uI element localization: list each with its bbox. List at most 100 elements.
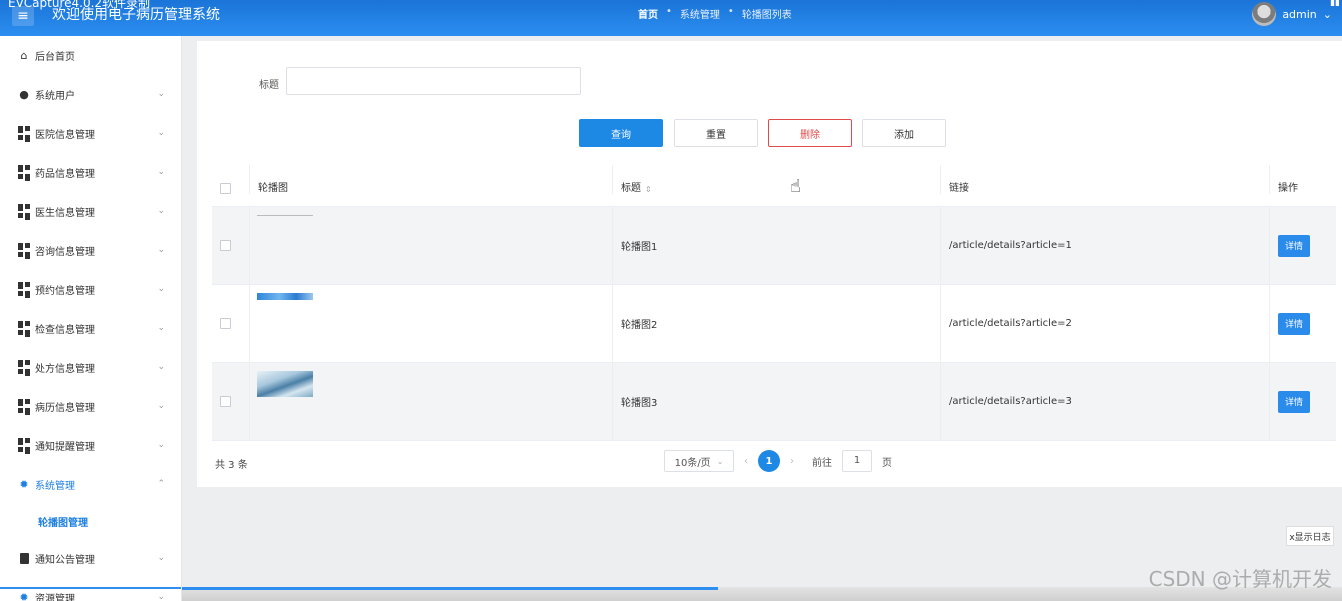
hand-cursor-icon: ☝ xyxy=(790,176,801,197)
sidebar-item-label: 医院信息管理 xyxy=(35,130,95,141)
delete-button[interactable]: 删除 xyxy=(768,119,852,147)
sidebar-item[interactable]: ⌂ 后台首页 xyxy=(0,36,181,75)
detail-button[interactable]: 详情 xyxy=(1278,312,1310,335)
show-log-button[interactable]: x显示日志 xyxy=(1286,526,1334,546)
select-all-checkbox[interactable] xyxy=(220,183,231,194)
chevron-icon: ⌃ xyxy=(157,479,165,489)
sidebar-item[interactable]: 咨询信息管理 ⌄ xyxy=(0,231,181,270)
chevron-icon: ⌄ xyxy=(157,401,165,411)
app-title: 欢迎使用电子病历管理系统 xyxy=(52,7,220,23)
doc-icon xyxy=(18,553,30,565)
top-header: EVCapture4.0.2软件录制 ≡ 欢迎使用电子病历管理系统 首页 • 系… xyxy=(0,0,1342,36)
page-size-select[interactable]: 10条/页 ⌄ xyxy=(664,450,734,472)
sidebar-item[interactable]: 药品信息管理 ⌄ xyxy=(0,153,181,192)
query-button[interactable]: 查询 xyxy=(579,119,663,147)
breadcrumb-home[interactable]: 首页 xyxy=(638,6,658,21)
chevron-icon: ⌄ xyxy=(157,128,165,138)
sidebar-item-label: 通知提醒管理 xyxy=(35,442,95,453)
header-operation: 操作 xyxy=(1278,183,1298,194)
sidebar-item[interactable]: 预约信息管理 ⌄ xyxy=(0,270,181,309)
sidebar-item[interactable]: 医院信息管理 ⌄ xyxy=(0,114,181,153)
chevron-icon: ⌄ xyxy=(157,89,165,99)
goto-suffix: 页 xyxy=(882,457,892,469)
chevron-icon: ⌄ xyxy=(157,440,165,450)
sidebar-item-label: 资源管理 xyxy=(35,594,75,601)
cell-title: 轮播图3 xyxy=(613,363,941,440)
table-row: 轮播图1/article/details?article=1 详情 xyxy=(212,207,1336,285)
reset-button[interactable]: 重置 xyxy=(674,119,758,147)
sidebar-item[interactable]: ✹ 资源管理 ⌄ xyxy=(0,578,181,601)
chevron-icon: ⌄ xyxy=(157,284,165,294)
sidebar-item-label: 医生信息管理 xyxy=(35,208,95,219)
home-icon: ⌂ xyxy=(20,49,28,62)
prev-page-icon[interactable]: ‹ xyxy=(744,456,748,467)
sidebar-item-label: 咨询信息管理 xyxy=(35,247,95,258)
detail-button[interactable]: 详情 xyxy=(1278,390,1310,413)
row-checkbox[interactable] xyxy=(220,396,231,407)
grid-icon xyxy=(18,281,30,298)
chevron-down-icon: ⌄ xyxy=(716,456,724,466)
breadcrumb-carousel-list: 轮播图列表 xyxy=(741,10,792,21)
sidebar-item-label: 病历信息管理 xyxy=(35,403,95,414)
hamburger-icon[interactable]: ≡ xyxy=(12,6,34,26)
header-title-label: 标题 xyxy=(621,183,641,194)
table-row: 轮播图2/article/details?article=2 详情 xyxy=(212,285,1336,363)
grid-icon xyxy=(18,242,30,259)
grid-icon xyxy=(18,125,30,142)
sidebar-item[interactable]: ✹ 系统管理 ⌃ xyxy=(0,465,181,504)
scrollbar-thumb[interactable] xyxy=(182,587,718,590)
sidebar-item[interactable]: 处方信息管理 ⌄ xyxy=(0,348,181,387)
chevron-icon: ⌄ xyxy=(157,206,165,216)
page-size-value: 10条/页 xyxy=(674,457,711,469)
chevron-icon: ⌄ xyxy=(157,167,165,177)
chevron-icon: ⌄ xyxy=(157,323,165,333)
sidebar-item-label: 预约信息管理 xyxy=(35,286,95,297)
carousel-thumbnail xyxy=(257,371,313,397)
sidebar-item[interactable]: 通知提醒管理 ⌄ xyxy=(0,426,181,465)
sidebar-item[interactable]: 医生信息管理 ⌄ xyxy=(0,192,181,231)
sidebar-item-label: 检查信息管理 xyxy=(35,325,95,336)
sort-icon[interactable]: ⇕ xyxy=(645,185,652,194)
sidebar-subitem-carousel[interactable]: 轮播图管理 xyxy=(0,504,181,539)
goto-page-input[interactable]: 1 xyxy=(842,450,872,472)
page-number-current[interactable]: 1 xyxy=(758,450,780,472)
sidebar: ⌂ 后台首页 ● 系统用户 ⌄ 医院信息管理 ⌄ 药品信息管理 ⌄ 医生信息管理 ⌄ 咨询信息管理 ⌄ 预… xyxy=(0,36,182,601)
recorder-control-icon[interactable]: ▮▮ xyxy=(1330,0,1340,8)
user-menu[interactable]: admin ⌄ xyxy=(1252,2,1332,26)
carousel-table: 轮播图 标题 ⇕ 链接 操作 轮播图1/article/details?arti… xyxy=(212,165,1336,441)
user-icon: ● xyxy=(19,88,29,101)
carousel-thumbnail xyxy=(257,215,313,216)
header-title[interactable]: 标题 ⇕ xyxy=(613,165,941,194)
gear-icon: ✹ xyxy=(19,591,29,601)
sidebar-item-label: 系统用户 xyxy=(35,91,75,102)
header-image: 轮播图 xyxy=(250,165,613,194)
carousel-thumbnail xyxy=(257,293,313,300)
row-checkbox[interactable] xyxy=(220,318,231,329)
detail-button[interactable]: 详情 xyxy=(1278,234,1310,257)
pagination: 10条/页 ⌄ ‹ 1 › 前往 1 页 xyxy=(664,450,892,472)
next-page-icon[interactable]: › xyxy=(790,456,794,467)
sidebar-item[interactable]: 通知公告管理 ⌄ xyxy=(0,539,181,578)
breadcrumb-system[interactable]: 系统管理 xyxy=(680,6,720,21)
add-button[interactable]: 添加 xyxy=(862,119,946,147)
header-link: 链接 xyxy=(941,165,1270,194)
sidebar-item[interactable]: ● 系统用户 ⌄ xyxy=(0,75,181,114)
row-checkbox[interactable] xyxy=(220,240,231,251)
chevron-down-icon[interactable]: ⌄ xyxy=(1323,8,1332,21)
grid-icon xyxy=(18,359,30,376)
grid-icon xyxy=(18,320,30,337)
chevron-icon: ⌄ xyxy=(157,553,165,563)
sidebar-item[interactable]: 病历信息管理 ⌄ xyxy=(0,387,181,426)
search-title-label: 标题 xyxy=(259,80,279,91)
search-title-input[interactable] xyxy=(286,67,581,95)
sidebar-item[interactable]: 检查信息管理 ⌄ xyxy=(0,309,181,348)
gear-icon: ✹ xyxy=(19,478,29,491)
cell-title: 轮播图2 xyxy=(613,285,941,362)
sidebar-item-label: 处方信息管理 xyxy=(35,364,95,375)
watermark: CSDN @计算机开发 xyxy=(1148,567,1332,591)
grid-icon xyxy=(18,437,30,454)
cell-title: 轮播图1 xyxy=(613,207,941,284)
avatar[interactable] xyxy=(1252,2,1277,26)
username[interactable]: admin xyxy=(1282,8,1316,21)
breadcrumb-separator: • xyxy=(727,6,734,17)
